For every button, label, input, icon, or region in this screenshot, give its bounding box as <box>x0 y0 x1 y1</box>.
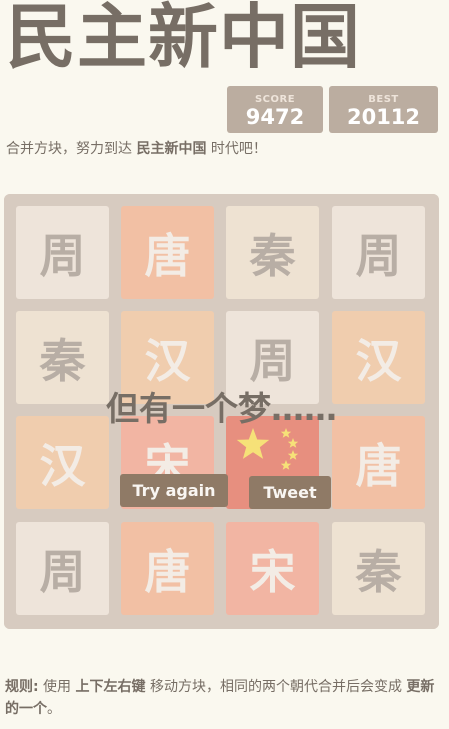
game-over-message: 但有一个梦…… <box>106 389 337 428</box>
game-intro: 合并方块，努力到达 民主新中国 时代吧！ <box>6 138 267 158</box>
best-value: 20112 <box>346 105 421 129</box>
intro-prefix: 合并方块，努力到达 <box>6 141 137 157</box>
rules-keys: 上下左右键 <box>75 679 146 695</box>
rules-end: 。 <box>47 701 61 717</box>
game-title: 民主新中国 <box>6 0 361 78</box>
game-board: 周唐秦周秦汉周汉汉宋唐周唐宋秦 但有一个梦…… Try again Tweet <box>4 194 439 629</box>
score-box: SCORE 9472 <box>227 86 323 133</box>
try-again-button[interactable]: Try again <box>120 474 228 507</box>
best-label: BEST <box>368 94 399 105</box>
rules-text: 规则: 使用 上下左右键 移动方块，相同的两个朝代合并后会变成 更新的一个。 <box>5 676 440 720</box>
score-value: 9472 <box>245 105 305 129</box>
tweet-button[interactable]: Tweet <box>249 476 331 509</box>
intro-goal: 民主新中国 <box>136 141 207 157</box>
intro-suffix: 时代吧！ <box>206 141 267 157</box>
score-label: SCORE <box>254 94 296 105</box>
rules-label: 规则: <box>5 679 39 695</box>
rules-text1: 使用 <box>38 679 76 695</box>
rules-text2: 移动方块，相同的两个朝代合并后会变成 <box>145 679 407 695</box>
best-score-box: BEST 20112 <box>329 86 438 133</box>
